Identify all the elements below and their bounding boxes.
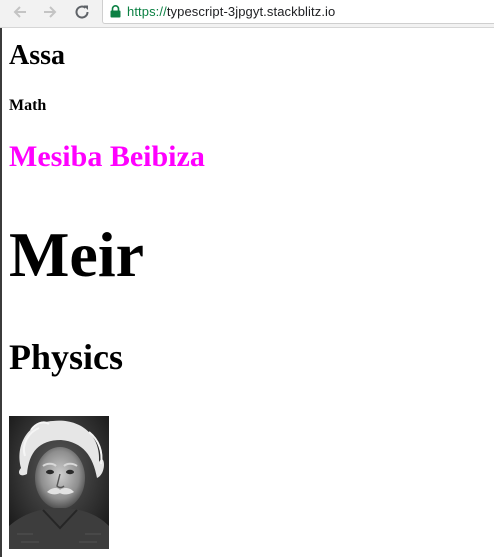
lock-icon (109, 5, 121, 19)
window-left-edge (0, 0, 2, 557)
arrow-right-icon (44, 6, 57, 18)
forward-button[interactable] (38, 0, 62, 24)
portrait-image (9, 416, 109, 549)
portrait-photo (9, 416, 109, 549)
url-scheme: https:// (127, 4, 167, 19)
url-text: https://typescript-3jpgyt.stackblitz.io (127, 4, 335, 19)
arrow-left-icon (13, 6, 26, 18)
url-host: typescript-3jpgyt.stackblitz.io (166, 4, 336, 19)
heading-highlighted-name: Mesiba Beibiza (9, 140, 205, 173)
back-button[interactable] (8, 0, 32, 24)
reload-button[interactable] (70, 0, 94, 24)
address-bar[interactable]: https://typescript-3jpgyt.stackblitz.io (102, 0, 494, 24)
heading-physics: Physics (9, 337, 124, 377)
heading-meir: Meir (9, 219, 144, 290)
heading-math: Math (9, 97, 47, 114)
reload-icon (75, 5, 89, 19)
heading-assa: Assa (9, 40, 66, 71)
browser-toolbar: https://typescript-3jpgyt.stackblitz.io (0, 0, 494, 28)
